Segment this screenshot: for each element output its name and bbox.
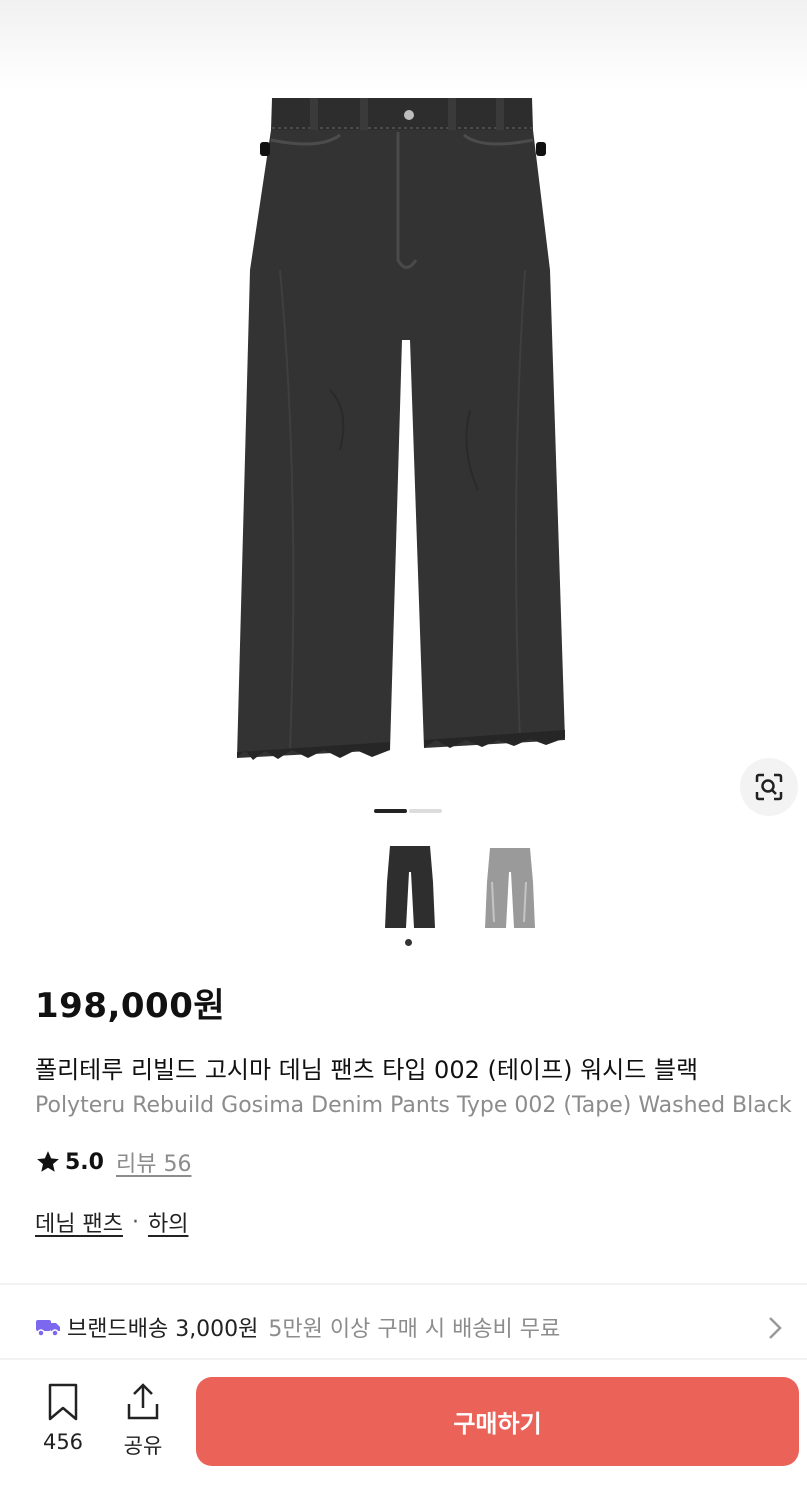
star-icon — [37, 1151, 59, 1172]
breadcrumb: 데님 팬츠 · 하의 — [35, 1206, 188, 1238]
shipping-fee: 브랜드배송 3,000원 — [67, 1317, 259, 1342]
selected-thumbnail-dot — [405, 939, 412, 946]
camera-search-icon — [755, 773, 783, 801]
bookmark-icon — [48, 1383, 78, 1421]
share-label: 공유 — [123, 1434, 163, 1458]
bookmark-button[interactable]: 456 — [30, 1380, 96, 1470]
shipping-info-row[interactable]: 브랜드배송 3,000원 5만원 이상 구매 시 배송비 무료 — [0, 1297, 807, 1357]
category-link-denim-pants[interactable]: 데님 팬츠 — [35, 1206, 123, 1238]
product-price: 198,000원 — [35, 986, 226, 1026]
category-separator: · — [131, 1209, 139, 1235]
image-top-shade — [0, 0, 807, 90]
buy-button[interactable]: 구매하기 — [196, 1377, 799, 1466]
pager-dot — [409, 809, 442, 813]
color-thumbnails — [380, 842, 540, 952]
product-image — [237, 98, 565, 760]
rating-value: 5.0 — [65, 1149, 104, 1175]
image-search-button[interactable] — [740, 758, 798, 816]
bottom-action-bar: 456 공유 구매하기 — [0, 1360, 807, 1500]
rating-row: 5.0 리뷰 56 — [35, 1146, 191, 1178]
thumbnail-black[interactable] — [380, 842, 440, 932]
product-image-gallery[interactable] — [0, 0, 807, 840]
product-name-korean: 폴리테루 리빌드 고시마 데님 팬츠 타입 002 (테이프) 워시드 블랙 — [35, 1056, 699, 1084]
share-button[interactable]: 공유 — [110, 1380, 176, 1470]
thumbnail-gray[interactable] — [480, 842, 540, 932]
truck-icon — [36, 1320, 60, 1337]
section-divider — [0, 1283, 807, 1285]
image-pager — [374, 809, 442, 813]
free-shipping-note: 5만원 이상 구매 시 배송비 무료 — [268, 1317, 561, 1342]
bookmark-count: 456 — [42, 1430, 84, 1454]
product-name-english: Polyteru Rebuild Gosima Denim Pants Type… — [35, 1093, 792, 1118]
pager-dot-active — [374, 809, 407, 813]
chevron-right-icon — [769, 1317, 782, 1339]
category-link-bottoms[interactable]: 하의 — [148, 1206, 188, 1238]
share-icon — [127, 1383, 159, 1420]
review-count-link[interactable]: 리뷰 56 — [116, 1146, 191, 1178]
